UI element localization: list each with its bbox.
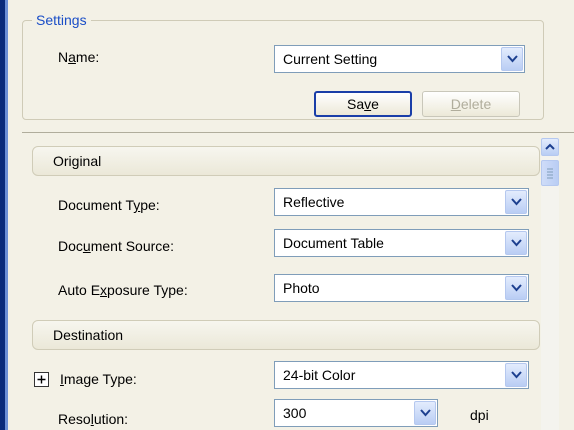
scroll-thumb[interactable] <box>541 160 559 186</box>
resolution-label: Resolution: <box>58 411 129 427</box>
destination-section-title: Destination <box>53 327 124 343</box>
image-type-label: Image Type: <box>60 371 137 387</box>
document-source-value: Document Table <box>283 235 384 251</box>
resolution-unit: dpi <box>470 407 489 423</box>
chevron-down-icon <box>420 409 431 417</box>
name-dropdown[interactable]: Current Setting <box>274 45 525 73</box>
image-type-dropdown[interactable]: 24-bit Color <box>274 361 529 389</box>
settings-legend: Settings <box>32 12 91 28</box>
name-dropdown-button[interactable] <box>501 47 523 71</box>
document-type-value: Reflective <box>283 194 345 210</box>
image-type-value: 24-bit Color <box>283 367 356 383</box>
document-source-label: Document Source: <box>58 238 174 254</box>
scroll-up-button[interactable] <box>541 138 559 156</box>
document-source-dropdown[interactable]: Document Table <box>274 229 529 257</box>
resolution-dropdown[interactable]: 300 <box>274 399 438 427</box>
settings-panel: Settings Name: Current Setting Save Dele… <box>0 0 574 430</box>
plus-icon <box>37 375 46 384</box>
save-button[interactable]: Save <box>314 91 412 117</box>
image-type-dropdown-button[interactable] <box>505 363 527 387</box>
auto-exposure-type-dropdown-button[interactable] <box>505 276 527 300</box>
auto-exposure-type-label: Auto Exposure Type: <box>58 282 188 298</box>
delete-button[interactable]: Delete <box>422 91 520 117</box>
document-source-dropdown-button[interactable] <box>505 231 527 255</box>
name-dropdown-value: Current Setting <box>283 51 378 67</box>
auto-exposure-type-value: Photo <box>283 280 320 296</box>
chevron-down-icon <box>507 55 518 63</box>
vertical-scrollbar[interactable] <box>541 138 559 430</box>
window-border <box>0 0 8 430</box>
destination-section-header: Destination <box>32 320 540 350</box>
document-type-dropdown[interactable]: Reflective <box>274 188 529 216</box>
document-type-label: Document Type: <box>58 197 160 213</box>
original-section-header: Original <box>32 146 540 176</box>
name-label: Name: <box>58 49 100 65</box>
chevron-down-icon <box>511 198 522 206</box>
chevron-up-icon <box>545 143 555 150</box>
auto-exposure-type-dropdown[interactable]: Photo <box>274 274 529 302</box>
chevron-down-icon <box>511 239 522 247</box>
resolution-dropdown-button[interactable] <box>414 401 436 425</box>
resolution-value: 300 <box>283 405 307 421</box>
original-section-title: Original <box>53 153 102 169</box>
chevron-down-icon <box>511 284 522 292</box>
image-type-expand-button[interactable] <box>34 372 49 387</box>
grip-icon <box>547 168 553 179</box>
chevron-down-icon <box>511 371 522 379</box>
document-type-dropdown-button[interactable] <box>505 190 527 214</box>
